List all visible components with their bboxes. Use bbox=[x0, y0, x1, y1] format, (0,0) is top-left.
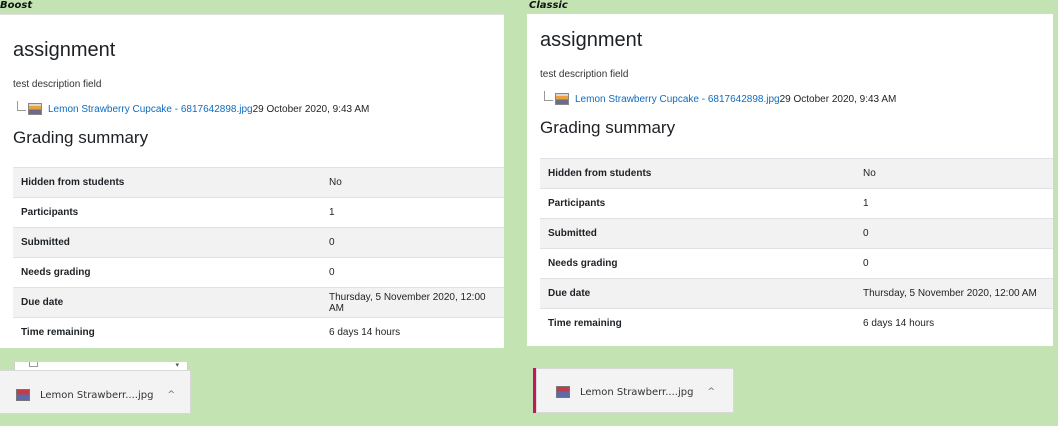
row-label: Submitted bbox=[540, 218, 855, 249]
row-label: Needs grading bbox=[540, 248, 855, 279]
row-value: 0 bbox=[855, 248, 1053, 279]
row-value: 0 bbox=[855, 218, 1053, 249]
boost-theme-label: Boost bbox=[0, 0, 33, 11]
row-value: 6 days 14 hours bbox=[855, 308, 1053, 338]
row-label: Hidden from students bbox=[13, 167, 321, 198]
table-row: Time remaining 6 days 14 hours bbox=[540, 308, 1053, 338]
download-filename: Lemon Strawberr....jpg bbox=[580, 386, 694, 398]
file-date: 29 October 2020, 9:43 AM bbox=[779, 93, 897, 105]
row-label: Due date bbox=[540, 278, 855, 309]
classic-assignment-panel: assignment test description field Lemon … bbox=[527, 14, 1053, 346]
grading-summary-heading: Grading summary bbox=[13, 128, 149, 147]
download-filename: Lemon Strawberr....jpg bbox=[40, 389, 154, 401]
assignment-description: test description field bbox=[540, 69, 629, 80]
row-label: Time remaining bbox=[540, 308, 855, 338]
table-row: Due date Thursday, 5 November 2020, 12:00… bbox=[13, 287, 504, 318]
tree-connector bbox=[17, 101, 26, 111]
image-file-icon bbox=[28, 103, 42, 115]
calendar-dropdown-icon[interactable]: ▾ bbox=[175, 362, 179, 369]
attached-file: Lemon Strawberry Cupcake - 6817642898.jp… bbox=[17, 101, 370, 115]
row-value: No bbox=[321, 167, 504, 198]
classic-theme-label: Classic bbox=[529, 0, 568, 11]
row-label: Participants bbox=[540, 188, 855, 219]
tree-connector bbox=[544, 91, 553, 101]
table-row: Participants 1 bbox=[540, 188, 1053, 219]
table-row: Submitted 0 bbox=[540, 218, 1053, 249]
attached-file: Lemon Strawberry Cupcake - 6817642898.jp… bbox=[544, 91, 897, 105]
table-row: Participants 1 bbox=[13, 197, 504, 228]
row-value: 0 bbox=[321, 257, 504, 288]
calendar-icon bbox=[29, 362, 38, 367]
download-item[interactable]: Lemon Strawberr....jpg ^ bbox=[556, 386, 715, 398]
boost-download-bar: Lemon Strawberr....jpg ^ bbox=[0, 370, 191, 414]
file-date: 29 October 2020, 9:43 AM bbox=[252, 103, 370, 115]
table-row: Due date Thursday, 5 November 2020, 12:00… bbox=[540, 278, 1053, 309]
row-value: No bbox=[855, 158, 1053, 189]
row-label: Hidden from students bbox=[540, 158, 855, 189]
assignment-description: test description field bbox=[13, 79, 102, 90]
file-link[interactable]: Lemon Strawberry Cupcake - 6817642898.jp… bbox=[48, 104, 253, 115]
row-value: 1 bbox=[855, 188, 1053, 219]
row-label: Needs grading bbox=[13, 257, 321, 288]
image-thumbnail-icon bbox=[16, 389, 30, 401]
grading-summary-heading: Grading summary bbox=[540, 118, 676, 137]
table-row: Time remaining 6 days 14 hours bbox=[13, 317, 504, 347]
page-title: assignment bbox=[540, 29, 643, 51]
table-row: Needs grading 0 bbox=[540, 248, 1053, 279]
image-file-icon bbox=[555, 93, 569, 105]
table-row: Needs grading 0 bbox=[13, 257, 504, 288]
page-title: assignment bbox=[13, 39, 116, 61]
table-row: Hidden from students No bbox=[540, 158, 1053, 189]
table-row: Hidden from students No bbox=[13, 167, 504, 198]
table-row: Submitted 0 bbox=[13, 227, 504, 258]
file-link[interactable]: Lemon Strawberry Cupcake - 6817642898.jp… bbox=[575, 94, 780, 105]
row-label: Participants bbox=[13, 197, 321, 228]
row-value: Thursday, 5 November 2020, 12:00 AM bbox=[855, 278, 1053, 309]
boost-assignment-panel: assignment test description field Lemon … bbox=[0, 14, 504, 348]
chevron-up-icon[interactable]: ^ bbox=[707, 387, 715, 397]
download-item[interactable]: Lemon Strawberr....jpg ^ bbox=[16, 389, 175, 401]
grading-summary-table: Hidden from students No Participants 1 Submi… bbox=[540, 158, 1053, 338]
chevron-up-icon[interactable]: ^ bbox=[167, 390, 175, 400]
row-label: Due date bbox=[13, 287, 321, 318]
classic-download-bar: Lemon Strawberr....jpg ^ bbox=[536, 368, 734, 413]
row-value: Thursday, 5 November 2020, 12:00 AM bbox=[321, 287, 504, 318]
row-value: 1 bbox=[321, 197, 504, 228]
grading-summary-table: Hidden from students No Participants 1 Submi… bbox=[13, 167, 504, 347]
row-label: Submitted bbox=[13, 227, 321, 258]
row-label: Time remaining bbox=[13, 317, 321, 347]
row-value: 6 days 14 hours bbox=[321, 317, 504, 347]
row-value: 0 bbox=[321, 227, 504, 258]
image-thumbnail-icon bbox=[556, 386, 570, 398]
